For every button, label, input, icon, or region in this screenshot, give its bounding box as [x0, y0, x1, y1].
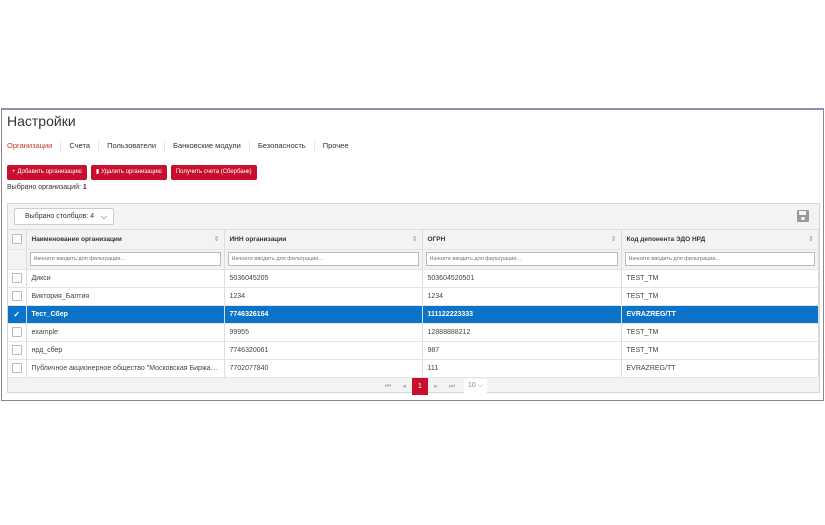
page-title: Настройки: [7, 113, 76, 129]
cell-code: TEST_TM: [621, 269, 819, 288]
page-size-select[interactable]: 10 ⌵: [463, 379, 488, 393]
tab-security[interactable]: Безопасность: [248, 141, 314, 151]
first-page-icon[interactable]: ⏮: [380, 378, 396, 395]
tab-users[interactable]: Пользователи: [98, 141, 164, 151]
page-1-button[interactable]: 1: [411, 377, 428, 395]
save-icon[interactable]: [797, 210, 809, 222]
cell-inn: 7746326164: [224, 305, 423, 324]
cell-ogrn: 12888888212: [422, 323, 622, 342]
table-row[interactable]: ✓ Тест_Сбер 7746326164 111122223333 EVRA…: [8, 305, 819, 324]
cell-name: Публичное акционерное общество "Московск…: [26, 359, 225, 378]
row-checkbox[interactable]: [11, 363, 22, 373]
cell-inn: 99955: [224, 323, 423, 342]
table-row[interactable]: Виктория_Балтия 1234 1234 TEST_TM: [8, 287, 819, 306]
cell-name: нрд_сбер: [26, 341, 225, 360]
prev-page-icon[interactable]: ◂: [396, 378, 412, 395]
table-row[interactable]: example 99955 12888888212 TEST_TM: [8, 323, 819, 342]
cell-name: example: [26, 323, 225, 342]
cell-code: TEST_TM: [621, 341, 819, 360]
cell-code: EVRAZREG/TT: [621, 359, 819, 378]
last-page-icon[interactable]: ⏭: [444, 378, 460, 395]
cell-inn: 7702077840: [224, 359, 423, 378]
cell-ogrn: 111122223333: [422, 305, 622, 324]
get-accounts-button[interactable]: Получить счета (Сбербанк): [170, 165, 257, 180]
cell-ogrn: 111: [422, 359, 622, 378]
cell-ogrn: 503604520501: [422, 269, 622, 288]
tabs: Организации Счета Пользователи Банковски…: [7, 141, 357, 151]
sort-icon[interactable]: ⇕: [214, 235, 220, 243]
cell-name: Тест_Сбер: [26, 305, 225, 324]
chevron-down-icon: ⌵: [100, 212, 107, 221]
column-header-code[interactable]: Код депонента ЭДО НРД ⇕: [621, 230, 819, 250]
cell-code: TEST_TM: [621, 287, 819, 306]
tab-other[interactable]: Прочее: [313, 141, 357, 151]
cell-name: Дикси: [26, 269, 225, 288]
cell-inn: 5036045205: [224, 269, 423, 288]
select-all-checkbox[interactable]: [11, 234, 22, 245]
cell-inn: 7746320061: [224, 341, 423, 360]
checkmark-icon[interactable]: ✓: [8, 310, 25, 319]
filter-code-input[interactable]: [624, 252, 815, 266]
row-checkbox[interactable]: [11, 273, 22, 283]
filter-ogrn-input[interactable]: [425, 252, 618, 266]
plus-icon: +: [12, 169, 16, 175]
cell-ogrn: 987: [422, 341, 622, 360]
selected-count: Выбрано организаций: 1: [7, 184, 87, 191]
sort-icon[interactable]: ⇕: [412, 235, 418, 243]
sort-icon[interactable]: ⇕: [808, 235, 814, 243]
table-row[interactable]: нрд_сбер 7746320061 987 TEST_TM: [8, 341, 819, 360]
table-row[interactable]: Публичное акционерное общество "Московск…: [8, 359, 819, 378]
cell-code: TEST_TM: [621, 323, 819, 342]
settings-window: Настройки Организации Счета Пользователи…: [1, 108, 824, 401]
sort-icon[interactable]: ⇕: [611, 235, 617, 243]
tab-bank-modules[interactable]: Банковские модули: [164, 141, 249, 151]
pagination: ⏮ ◂ 1 ▸ ⏭ 10 ⌵: [8, 377, 819, 395]
add-organization-button[interactable]: + Добавить организацию: [7, 165, 87, 180]
cell-name: Виктория_Балтия: [26, 287, 225, 306]
table-row[interactable]: Дикси 5036045205 503604520501 TEST_TM: [8, 269, 819, 288]
filter-inn-input[interactable]: [227, 252, 419, 266]
delete-organization-button[interactable]: ▮ Удалить организацию: [90, 165, 167, 180]
column-select-dropdown[interactable]: Выбрано столбцов: 4 ⌵: [14, 208, 114, 225]
cell-code: EVRAZREG/TT: [621, 305, 819, 324]
row-checkbox[interactable]: [11, 327, 22, 337]
column-header-ogrn[interactable]: ОГРН ⇕: [422, 230, 622, 250]
organizations-grid: Выбрано столбцов: 4 ⌵ Наименование органи…: [7, 203, 820, 395]
tab-accounts[interactable]: Счета: [60, 141, 98, 151]
row-checkbox[interactable]: [11, 345, 22, 355]
filter-name-input[interactable]: [29, 252, 221, 266]
cell-inn: 1234: [224, 287, 423, 306]
column-header-name[interactable]: Наименование организации ⇕: [26, 230, 225, 250]
cell-ogrn: 1234: [422, 287, 622, 306]
trash-icon: ▮: [95, 169, 100, 175]
row-checkbox[interactable]: [11, 291, 22, 301]
next-page-icon[interactable]: ▸: [428, 378, 444, 395]
tab-organizations[interactable]: Организации: [7, 141, 60, 151]
column-header-inn[interactable]: ИНН организации ⇕: [224, 230, 423, 250]
